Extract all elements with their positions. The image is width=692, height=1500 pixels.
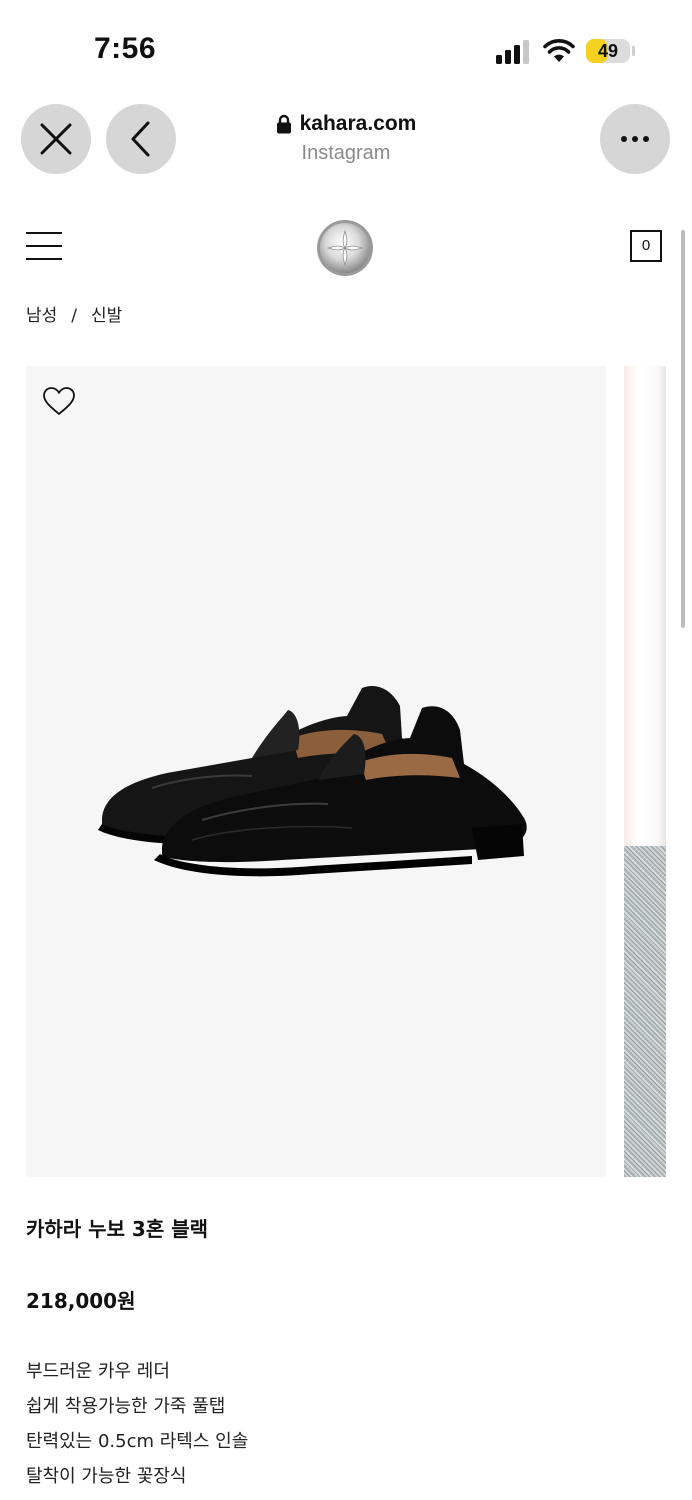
lock-icon [276, 114, 291, 134]
battery-icon: 49 [586, 39, 630, 63]
cart-count: 0 [641, 237, 651, 254]
close-icon [40, 123, 72, 155]
back-button[interactable] [106, 104, 176, 174]
url-source: Instagram [301, 142, 391, 164]
next-product-image[interactable] [624, 366, 666, 1177]
address-bar[interactable]: kahara.com Instagram [220, 112, 472, 165]
feature-item: 탄력있는 0.5cm 라텍스 인솔 [26, 1431, 249, 1452]
wifi-icon [543, 39, 575, 62]
close-button[interactable] [21, 104, 91, 174]
breadcrumb-item-shoes[interactable]: 신발 [91, 306, 122, 326]
feature-item: 부드러운 카우 레더 [26, 1361, 170, 1382]
product-price: 218,000원 [26, 1289, 136, 1313]
product-image[interactable] [26, 366, 606, 1177]
status-time: 7:56 [94, 32, 157, 65]
next-image-texture [624, 846, 666, 1177]
page: 7:56 49 kahara.com Instagram 0 남성 / 신발 카… [0, 0, 692, 1500]
scroll-indicator[interactable] [681, 230, 685, 628]
back-chevron-icon [131, 121, 150, 157]
breadcrumb-separator: / [71, 306, 78, 326]
more-button[interactable] [600, 104, 670, 174]
breadcrumb-item-men[interactable]: 남성 [26, 306, 57, 326]
hamburger-menu-icon[interactable] [26, 232, 62, 262]
cart-icon[interactable]: 0 [630, 230, 662, 262]
cellular-signal-icon [496, 40, 529, 64]
url-domain: kahara.com [299, 112, 417, 135]
breadcrumb: 남성 / 신발 [26, 301, 122, 326]
more-icon [621, 136, 649, 142]
brand-logo[interactable] [316, 219, 374, 277]
product-title: 카하라 누보 3혼 블랙 [26, 1217, 209, 1241]
feature-item: 쉽게 착용가능한 가죽 풀탭 [26, 1396, 226, 1417]
battery-percent: 49 [597, 41, 619, 61]
product-features: 부드러운 카우 레더 쉽게 착용가능한 가죽 풀탭 탄력있는 0.5cm 라텍스… [26, 1354, 248, 1494]
feature-item: 탈착이 가능한 꽃장식 [26, 1466, 187, 1487]
heart-icon[interactable] [42, 386, 76, 416]
battery-tip [632, 46, 635, 56]
loafer-shoes-illustration [98, 686, 527, 877]
